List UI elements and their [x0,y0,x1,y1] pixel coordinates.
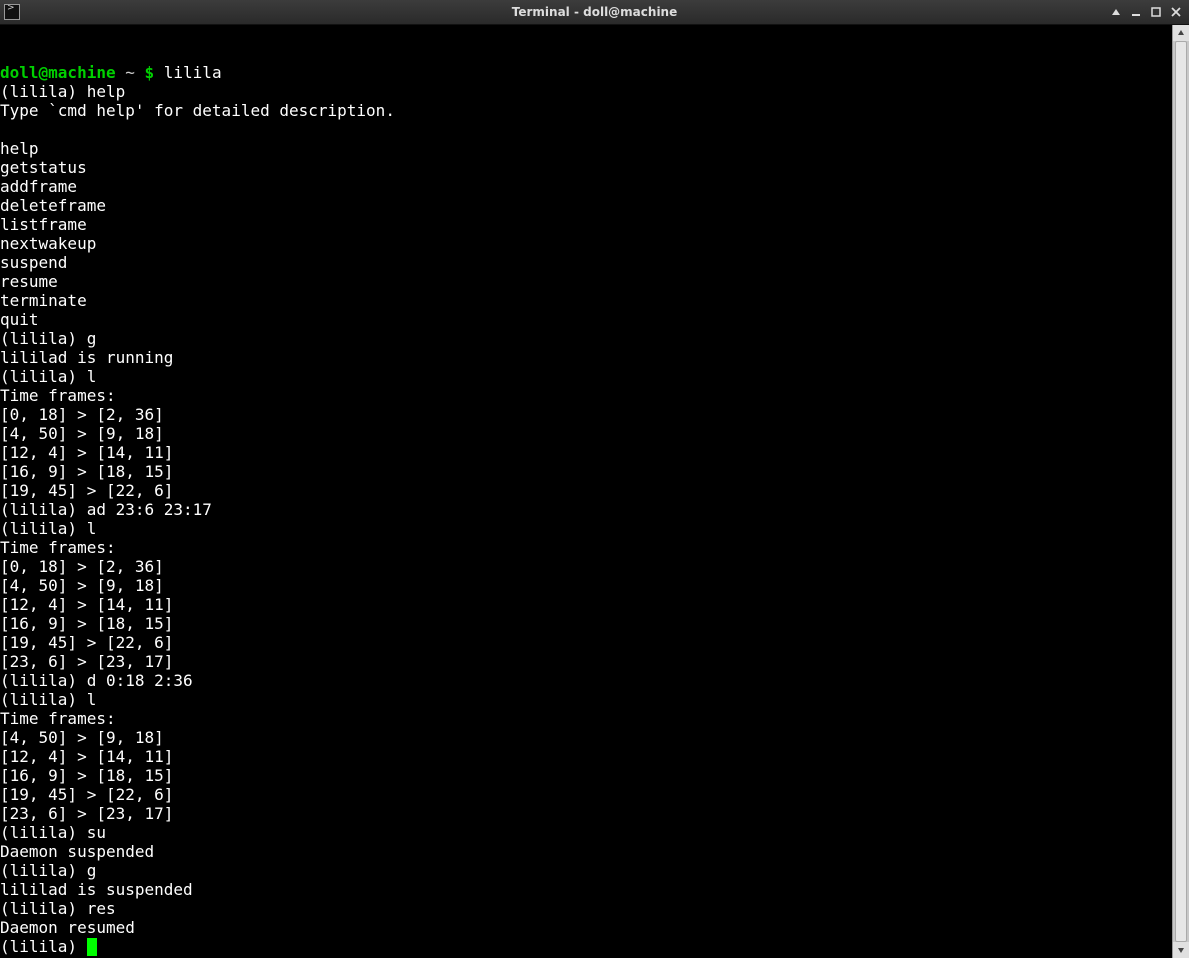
terminal-line [0,44,1172,63]
scrollbar[interactable] [1172,25,1189,958]
terminal-line: (lilila) g [0,861,1172,880]
terminal-line: [0, 18] > [2, 36] [0,405,1172,424]
terminal-line: [16, 9] > [18, 15] [0,766,1172,785]
terminal-line [0,120,1172,139]
terminal-line: Time frames: [0,386,1172,405]
terminal-line: (lilila) l [0,519,1172,538]
terminal-line: (lilila) [0,937,1172,956]
terminal-line: suspend [0,253,1172,272]
terminal-body: doll@machine ~ $ lilila(lilila) helpType… [0,25,1189,958]
terminal-line: addframe [0,177,1172,196]
titlebar[interactable]: Terminal - doll@machine [0,0,1189,25]
terminal-line: [23, 6] > [23, 17] [0,652,1172,671]
close-button[interactable] [1167,4,1185,20]
terminal-line: [19, 45] > [22, 6] [0,633,1172,652]
terminal-line: quit [0,310,1172,329]
terminal-app-icon [4,4,20,20]
terminal-line: nextwakeup [0,234,1172,253]
terminal-line: Daemon resumed [0,918,1172,937]
terminal-line: lililad is running [0,348,1172,367]
terminal-line: [16, 9] > [18, 15] [0,614,1172,633]
minimize-button[interactable] [1127,4,1145,20]
terminal-line: (lilila) su [0,823,1172,842]
terminal-line: terminate [0,291,1172,310]
terminal-line: [19, 45] > [22, 6] [0,785,1172,804]
terminal-line: [4, 50] > [9, 18] [0,728,1172,747]
terminal-line: lililad is suspended [0,880,1172,899]
terminal-line: (lilila) l [0,367,1172,386]
terminal-line: (lilila) ad 23:6 23:17 [0,500,1172,519]
terminal-line: [12, 4] > [14, 11] [0,595,1172,614]
terminal-line: [0, 18] > [2, 36] [0,557,1172,576]
maximize-button[interactable] [1147,4,1165,20]
terminal-line: (lilila) help [0,82,1172,101]
terminal-line: (lilila) d 0:18 2:36 [0,671,1172,690]
terminal-line: (lilila) res [0,899,1172,918]
terminal-line: (lilila) g [0,329,1172,348]
terminal-line: Daemon suspended [0,842,1172,861]
terminal-line: [4, 50] > [9, 18] [0,424,1172,443]
scroll-thumb[interactable] [1175,41,1187,942]
terminal-line: Time frames: [0,709,1172,728]
terminal-line: resume [0,272,1172,291]
cursor [87,938,97,956]
scroll-down-button[interactable] [1173,942,1189,958]
terminal-window: Terminal - doll@machine doll@machine ~ $… [0,0,1189,958]
terminal-line: [23, 6] > [23, 17] [0,804,1172,823]
scroll-up-button[interactable] [1173,25,1189,41]
terminal-line: [16, 9] > [18, 15] [0,462,1172,481]
terminal-line: doll@machine ~ $ lilila [0,63,1172,82]
terminal-line: (lilila) l [0,690,1172,709]
terminal-line: [12, 4] > [14, 11] [0,443,1172,462]
terminal-line: Time frames: [0,538,1172,557]
terminal-line: getstatus [0,158,1172,177]
roll-up-button[interactable] [1107,4,1125,20]
terminal-line: Type `cmd help' for detailed description… [0,101,1172,120]
terminal-line: help [0,139,1172,158]
terminal-line: listframe [0,215,1172,234]
terminal-line: deleteframe [0,196,1172,215]
terminal-line [0,25,1172,44]
terminal-line: [19, 45] > [22, 6] [0,481,1172,500]
terminal-line: [12, 4] > [14, 11] [0,747,1172,766]
scroll-track[interactable] [1173,41,1189,942]
window-title: Terminal - doll@machine [0,5,1189,19]
terminal-output[interactable]: doll@machine ~ $ lilila(lilila) helpType… [0,25,1172,958]
terminal-line: [4, 50] > [9, 18] [0,576,1172,595]
